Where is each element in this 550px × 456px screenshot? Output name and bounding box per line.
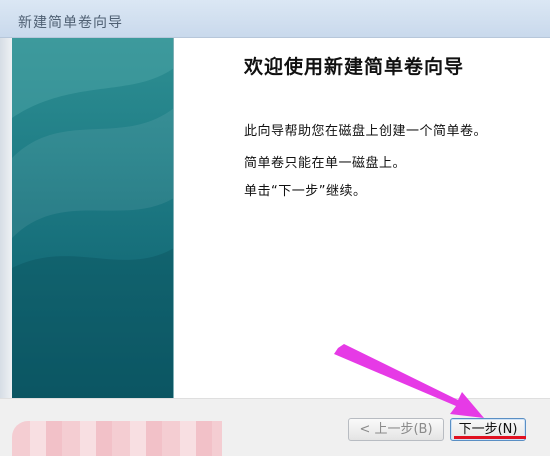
annotation-arrow-icon: [334, 344, 484, 418]
wizard-heading: 欢迎使用新建简单卷向导: [244, 56, 465, 78]
content-right-edge: [540, 38, 550, 398]
description-line-2: 简单卷只能在单一磁盘上。: [244, 156, 407, 171]
banner-wave-graphic: [12, 38, 173, 398]
annotation-underline: [454, 436, 526, 439]
wizard-window: 新建简单卷向导 欢迎使用新建简单卷向导 此向导帮助您在磁盘上创建一个简单卷。 简…: [0, 0, 550, 456]
window-left-border: [0, 38, 12, 398]
window-title: 新建简单卷向导: [18, 15, 123, 31]
description-line-1: 此向导帮助您在磁盘上创建一个简单卷。: [244, 124, 488, 139]
description-line-3: 单击“下一步”继续。: [244, 184, 367, 199]
blurred-watermark: [12, 421, 222, 456]
wizard-side-banner: [12, 38, 174, 398]
title-bar[interactable]: 新建简单卷向导: [0, 0, 550, 38]
